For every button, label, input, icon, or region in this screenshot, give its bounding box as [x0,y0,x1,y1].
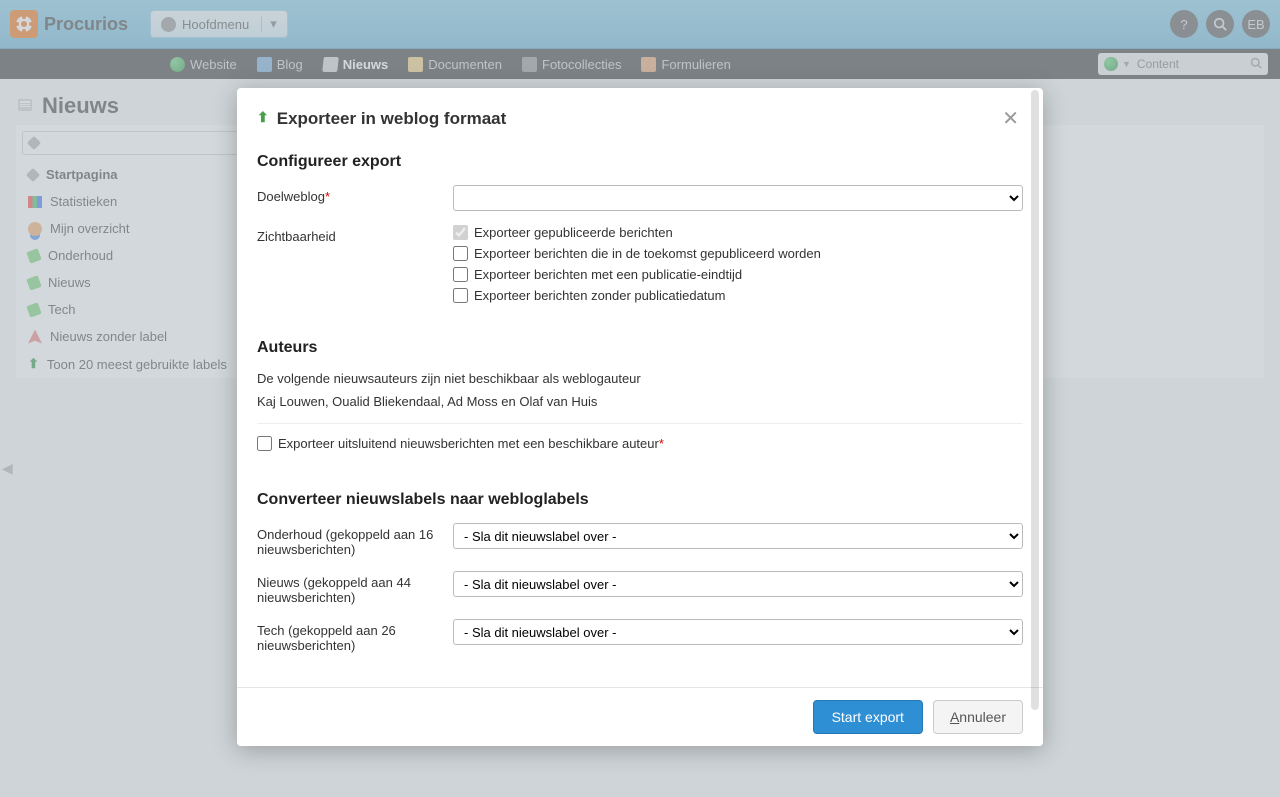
vis-check-3[interactable]: Exporteer berichten zonder publicatiedat… [453,288,1023,303]
modal-body: Configureer export Doelweblog* Zichtbaar… [237,143,1043,687]
section-convert-title: Converteer nieuwslabels naar webloglabel… [257,491,1023,509]
modal-title: ⬆ Exporteer in weblog formaat [257,109,998,129]
vis-check-0[interactable]: Exporteer gepubliceerde berichten [453,225,1023,240]
modal-header: ⬆ Exporteer in weblog formaat ✕ [237,88,1043,143]
vis-check-1[interactable]: Exporteer berichten die in de toekomst g… [453,246,1023,261]
authors-only-check[interactable]: Exporteer uitsluitend nieuwsberichten me… [257,436,1023,451]
convert-row-1: Nieuws (gekoppeld aan 44 nieuwsberichten… [257,571,1023,605]
modal-overlay: ⬆ Exporteer in weblog formaat ✕ Configur… [0,0,1280,797]
export-icon: ⬆ [257,109,269,126]
convert-label-2: Tech (gekoppeld aan 26 nieuwsberichten) [257,619,453,653]
row-visibility: Zichtbaarheid Exporteer gepubliceerde be… [257,225,1023,309]
authors-list: Kaj Louwen, Oualid Bliekendaal, Ad Moss … [257,394,1023,409]
modal-scrollbar[interactable] [1031,90,1039,710]
close-button[interactable]: ✕ [998,102,1023,135]
export-modal: ⬆ Exporteer in weblog formaat ✕ Configur… [237,88,1043,746]
start-export-button[interactable]: Start export [813,700,923,734]
section-config-title: Configureer export [257,153,1023,171]
cancel-button[interactable]: Annuleer [933,700,1023,734]
convert-select-2[interactable]: - Sla dit nieuwslabel over - [453,619,1023,645]
target-label: Doelweblog* [257,185,453,204]
convert-select-0[interactable]: - Sla dit nieuwslabel over - [453,523,1023,549]
convert-row-0: Onderhoud (gekoppeld aan 16 nieuwsberich… [257,523,1023,557]
convert-select-1[interactable]: - Sla dit nieuwslabel over - [453,571,1023,597]
section-authors-title: Auteurs [257,339,1023,357]
row-target-weblog: Doelweblog* [257,185,1023,211]
authors-intro: De volgende nieuwsauteurs zijn niet besc… [257,371,1023,386]
convert-label-1: Nieuws (gekoppeld aan 44 nieuwsberichten… [257,571,453,605]
modal-footer: Start export Annuleer [237,687,1043,746]
convert-label-0: Onderhoud (gekoppeld aan 16 nieuwsberich… [257,523,453,557]
visibility-label: Zichtbaarheid [257,225,453,244]
convert-row-2: Tech (gekoppeld aan 26 nieuwsberichten) … [257,619,1023,653]
target-select[interactable] [453,185,1023,211]
vis-check-2[interactable]: Exporteer berichten met een publicatie-e… [453,267,1023,282]
